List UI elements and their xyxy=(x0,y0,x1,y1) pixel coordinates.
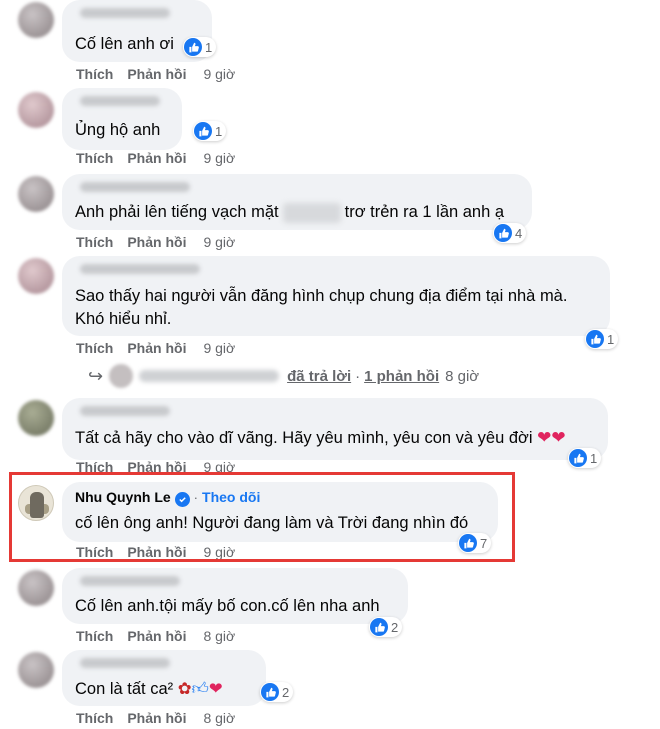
like-icon xyxy=(586,330,604,348)
like-icon xyxy=(194,122,212,140)
redacted-name xyxy=(139,370,280,382)
heart-icon: ❤ xyxy=(208,680,223,698)
timestamp[interactable]: 9 giờ xyxy=(203,234,235,250)
timestamp[interactable]: 9 giờ xyxy=(203,66,235,82)
avatar xyxy=(109,364,134,388)
like-icon xyxy=(370,618,388,636)
comment-text: Cố lên anh ơi xyxy=(75,35,174,53)
comment-text: Tất cả hãy cho vào dĩ vãng. Hãy yêu mình… xyxy=(75,428,566,447)
timestamp[interactable]: 8 giờ xyxy=(203,710,235,726)
like-icon xyxy=(494,224,512,242)
timestamp: 8 giờ xyxy=(445,367,480,385)
reply-button[interactable]: Phản hồi xyxy=(127,234,186,250)
comment-bubble: Tất cả hãy cho vào dĩ vãng. Hãy yêu mình… xyxy=(62,398,608,460)
reaction-count[interactable]: 1 xyxy=(193,121,227,141)
avatar[interactable] xyxy=(18,570,54,606)
avatar[interactable] xyxy=(18,176,54,212)
reply-arrow-icon: ↪ xyxy=(88,365,104,386)
avatar[interactable] xyxy=(18,400,54,436)
comment-text: Con là tất ca² ✿👍︎❤ xyxy=(75,680,223,698)
avatar[interactable] xyxy=(18,258,54,294)
reply-button[interactable]: Phản hồi xyxy=(127,340,186,356)
reply-button[interactable]: Phản hồi xyxy=(127,66,186,82)
reaction-count[interactable]: 1 xyxy=(183,37,217,57)
reaction-count[interactable]: 2 xyxy=(260,682,294,702)
like-icon xyxy=(184,38,202,56)
like-button[interactable]: Thích xyxy=(76,340,113,356)
timestamp[interactable]: 9 giờ xyxy=(203,340,235,356)
reaction-count[interactable]: 1 xyxy=(568,448,602,468)
comment-text: Anh phải lên tiếng vạch mặt trơ trẻn ra 1… xyxy=(75,202,505,223)
timestamp[interactable]: 8 giờ xyxy=(203,628,235,644)
comment-text-line-1: Sao thấy hai người vẫn đăng hình chụp ch… xyxy=(75,287,568,305)
avatar[interactable] xyxy=(18,2,54,38)
like-icon xyxy=(569,449,587,467)
comment-actions: Thích Phản hồi 9 giờ xyxy=(76,66,249,82)
like-button[interactable]: Thích xyxy=(76,628,113,644)
comment-bubble: Anh phải lên tiếng vạch mặt trơ trẻn ra 1… xyxy=(62,174,532,230)
comment-text: Cố lên anh.tội mấy bố con.cố lên nha anh xyxy=(75,597,380,615)
comment-actions: Thích Phản hồi 9 giờ xyxy=(76,234,249,250)
comment-actions: Thích Phản hồi 8 giờ xyxy=(76,628,249,644)
highlight-box xyxy=(9,472,515,562)
redacted-text xyxy=(282,202,341,223)
comment-actions: Thích Phản hồi 8 giờ xyxy=(76,710,249,726)
comment-bubble: Ủng hộ anh xyxy=(62,88,182,150)
like-button[interactable]: Thích xyxy=(76,710,113,726)
thumbs-up-icon: 👍︎ xyxy=(191,680,209,698)
reply-button[interactable]: Phản hồi xyxy=(127,710,186,726)
like-button[interactable]: Thích xyxy=(76,150,113,166)
heart-icon: ❤❤ xyxy=(537,428,566,447)
avatar[interactable] xyxy=(18,652,54,688)
rose-icon: ✿ xyxy=(177,680,192,698)
timestamp[interactable]: 9 giờ xyxy=(203,150,235,166)
like-button[interactable]: Thích xyxy=(76,234,113,250)
reaction-count[interactable]: 2 xyxy=(369,617,403,637)
reaction-count[interactable]: 4 xyxy=(493,223,527,243)
like-icon xyxy=(261,683,279,701)
comment-bubble: Cố lên anh.tội mấy bố con.cố lên nha anh xyxy=(62,568,408,624)
comment-actions: Thích Phản hồi 9 giờ xyxy=(76,340,249,356)
comment-bubble: Con là tất ca² ✿👍︎❤ xyxy=(62,650,266,706)
like-button[interactable]: Thích xyxy=(76,66,113,82)
reply-button[interactable]: Phản hồi xyxy=(127,150,186,166)
comment-text: Ủng hộ anh xyxy=(75,121,161,139)
avatar[interactable] xyxy=(18,92,54,128)
comment-actions: Thích Phản hồi 9 giờ xyxy=(76,150,249,166)
reply-button[interactable]: Phản hồi xyxy=(127,628,186,644)
reaction-count[interactable]: 1 xyxy=(585,329,619,349)
comment-text-line-2: Khó hiểu nhỉ. xyxy=(75,310,172,328)
comment-bubble: Sao thấy hai người vẫn đăng hình chụp ch… xyxy=(62,256,610,336)
reply-thread-link[interactable]: ↪ đã trả lời · 1 phản hồi 8 giờ xyxy=(88,362,479,390)
